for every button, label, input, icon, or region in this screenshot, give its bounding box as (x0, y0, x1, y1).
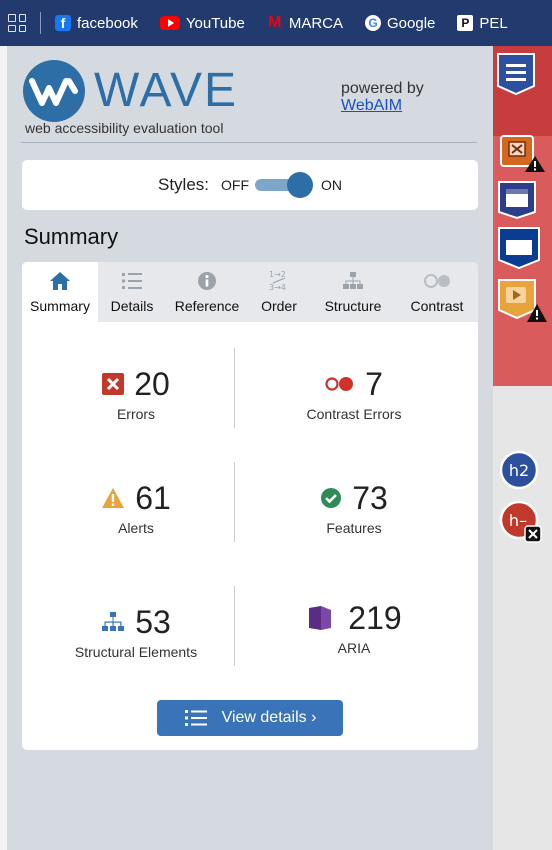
bookmark-label: MARCA (288, 14, 344, 32)
tab-label: Structure (324, 298, 382, 314)
apps-grid-icon[interactable] (8, 14, 26, 32)
stats-divider (234, 462, 235, 542)
tab-order[interactable]: 1→2 3→4 Order (248, 262, 310, 322)
tab-reference[interactable]: Reference (166, 262, 248, 322)
styles-label: Styles: (157, 175, 210, 194)
home-icon (49, 270, 71, 292)
features-label: Features (326, 520, 382, 536)
error-icon (102, 373, 125, 395)
bookmark-label: facebook (77, 14, 138, 32)
structure-icon (101, 611, 125, 633)
wave-header: WAVE web accessibility evaluation tool p… (7, 46, 493, 146)
stat-structural[interactable]: 53 Structural Elements (52, 606, 220, 660)
google-icon: G (365, 15, 382, 31)
tab-details[interactable]: Details (98, 262, 166, 322)
aria-count: 219 (348, 600, 402, 636)
feature-check-icon (320, 487, 342, 509)
tab-label: Details (110, 298, 154, 314)
styles-on-label: ON (321, 177, 343, 193)
tab-label: Summary (30, 298, 90, 314)
evaluated-page: h2 h– (493, 46, 552, 850)
info-icon (197, 270, 217, 292)
stats-divider (234, 586, 235, 666)
alerts-label: Alerts (118, 520, 154, 536)
svg-text:1→2: 1→2 (269, 270, 286, 279)
svg-text:3→4: 3→4 (269, 283, 286, 292)
contrast-errors-count: 7 (365, 366, 383, 402)
bookmarks-bar: f facebook YouTube M MARCA G Google P PE… (0, 0, 552, 46)
webaim-link[interactable]: WebAIM (341, 97, 424, 114)
features-count: 73 (352, 480, 388, 516)
tab-label: Reference (174, 298, 240, 314)
empty-heading-label: h– (509, 511, 527, 530)
header-divider (21, 142, 477, 143)
heading-h2-icon[interactable]: h2 (499, 450, 539, 495)
tab-label: Order (261, 298, 297, 314)
structural-label: Structural Elements (74, 644, 198, 660)
heading-h2-label: h2 (509, 461, 529, 480)
stat-alerts[interactable]: 61 Alerts (52, 482, 220, 536)
aria-icon (306, 604, 334, 632)
region-icon[interactable] (497, 226, 541, 275)
wave-tagline: web accessibility evaluation tool (25, 120, 224, 136)
aria-label: ARIA (337, 640, 371, 656)
order-icon: 1→2 3→4 (267, 270, 291, 292)
toggle-knob (287, 172, 314, 198)
stats-divider (234, 348, 235, 428)
list-icon (184, 708, 208, 728)
structural-count: 53 (135, 604, 171, 640)
bookmark-youtube[interactable]: YouTube (159, 14, 245, 32)
wave-wordmark: WAVE (94, 64, 239, 117)
alerts-count: 61 (135, 480, 171, 516)
summary-heading: Summary (24, 224, 119, 249)
wave-logo-icon (23, 60, 85, 122)
styles-toggle[interactable] (255, 172, 314, 198)
view-details-button[interactable]: View details › (157, 700, 343, 736)
tab-summary[interactable]: Summary (22, 262, 98, 322)
bookmark-facebook[interactable]: f facebook (55, 15, 138, 32)
stat-errors[interactable]: 20 Errors (52, 368, 220, 422)
bookmark-label: YouTube (185, 14, 245, 32)
youtube-icon (159, 16, 180, 30)
bookmark-label: Google (387, 14, 436, 32)
tab-structure[interactable]: Structure (310, 262, 396, 322)
bookmark-pel[interactable]: P PEL (457, 14, 508, 32)
marca-icon: M (268, 14, 282, 31)
structure-icon (342, 270, 364, 292)
contrast-error-icon (325, 376, 355, 392)
contrast-icon (423, 270, 451, 292)
aria-landmark-icon[interactable] (497, 180, 537, 225)
p-icon: P (457, 15, 474, 31)
list-icon (121, 270, 143, 292)
empty-heading-error-icon[interactable]: h– (499, 500, 545, 549)
facebook-icon: f (55, 15, 71, 31)
media-alert-icon[interactable] (497, 278, 549, 329)
bookmark-label: PEL (479, 14, 508, 32)
errors-label: Errors (116, 406, 156, 422)
powered-by: powered by WebAIM (341, 80, 424, 114)
structure-list-icon[interactable] (496, 52, 536, 101)
view-details-label: View details › (221, 709, 317, 726)
styles-off-label: OFF (221, 177, 250, 193)
contrast-errors-label: Contrast Errors (306, 406, 402, 422)
tab-label: Contrast (410, 298, 464, 314)
stat-aria[interactable]: 219 ARIA (256, 602, 452, 656)
tab-bar: Summary Details Reference 1→23→4 Order (22, 262, 478, 322)
stat-features[interactable]: 73 Features (256, 482, 452, 536)
bookmarks-separator (40, 12, 41, 34)
alert-icon (101, 487, 125, 509)
wave-panel: WAVE web accessibility evaluation tool p… (7, 46, 493, 850)
bookmark-google[interactable]: G Google (365, 15, 435, 32)
bookmark-marca[interactable]: M MARCA (267, 14, 344, 32)
powered-by-text: powered by (341, 80, 424, 97)
error-image-icon[interactable] (499, 134, 547, 179)
stat-contrast-errors[interactable]: 7 Contrast Errors (256, 368, 452, 422)
summary-card: Summary Details Reference 1→23→4 Order (22, 262, 478, 750)
tab-contrast[interactable]: Contrast (396, 262, 478, 322)
styles-toggle-box: Styles: OFF ON (22, 160, 478, 210)
errors-count: 20 (134, 366, 170, 402)
